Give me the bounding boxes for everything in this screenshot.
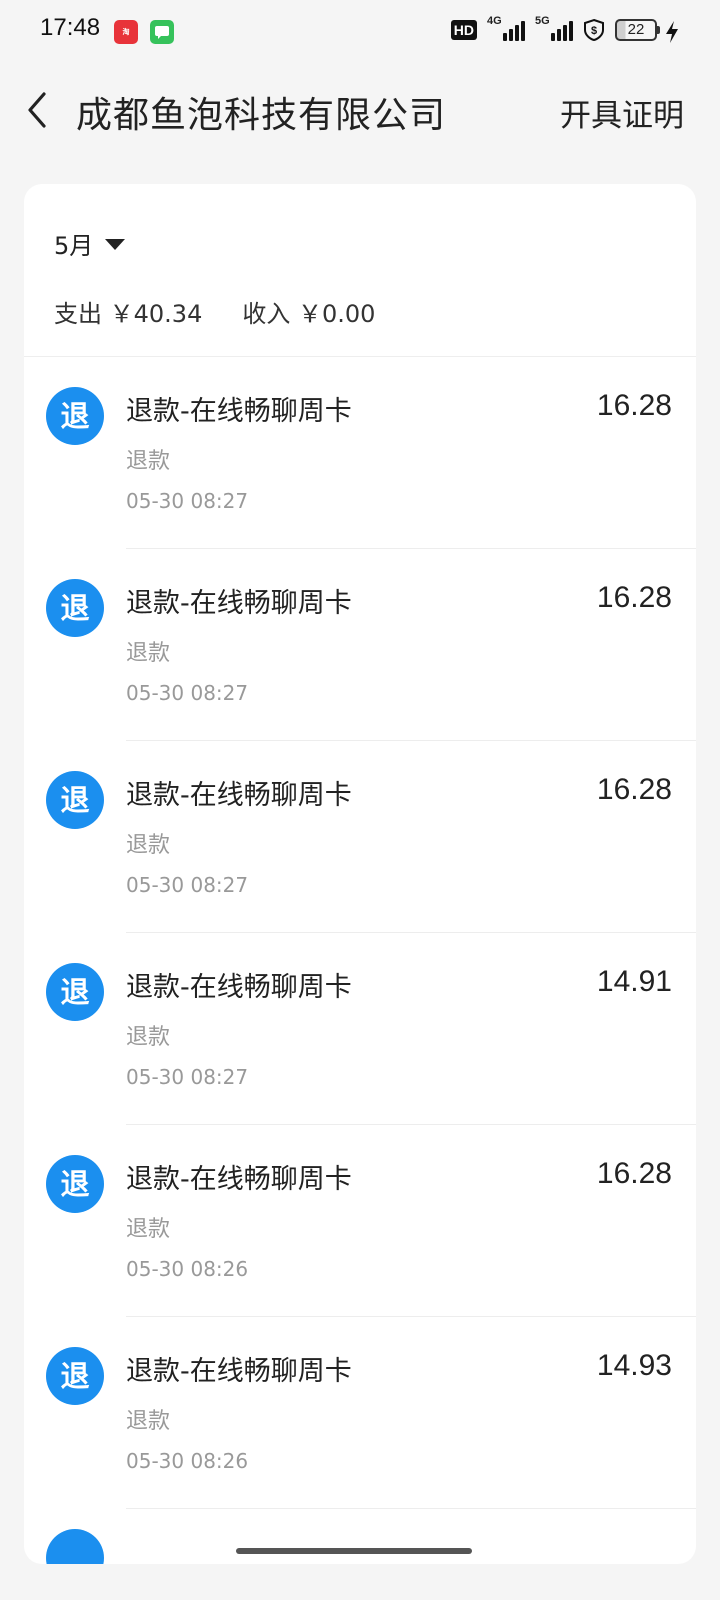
svg-text:$: $ [591,25,597,37]
transaction-row[interactable]: 退 退款-在线畅聊周卡 退款 05-30 08:27 14.91 [24,933,696,1125]
message-notification-icon [150,20,174,44]
transaction-row[interactable]: 退 退款-在线畅聊周卡 退款 05-30 08:26 16.28 [24,1125,696,1317]
transaction-title: 退款-在线畅聊周卡 [126,396,352,427]
transaction-time: 05-30 08:26 [126,1449,249,1473]
network-type-label: 5G [535,15,550,27]
transactions-card: 5月 支出 ￥40.34 收入 ￥0.00 退 退款-在线畅聊周卡 退款 05-… [24,184,696,1564]
status-time: 17:48 [40,14,101,41]
battery-level: 22 [615,19,657,41]
transaction-row[interactable]: 退 退款-在线畅聊周卡 退款 05-30 08:26 14.93 [24,1317,696,1509]
row-divider [126,1508,696,1509]
month-dropdown[interactable]: 5月 [54,226,126,261]
month-label: 5月 [54,232,94,260]
transaction-time: 05-30 08:27 [126,1065,249,1089]
transaction-type: 退款 [126,833,171,858]
charging-bolt-icon [666,21,678,43]
transaction-type: 退款 [126,1025,171,1050]
transaction-title: 退款-在线畅聊周卡 [126,1356,352,1387]
transaction-title: 退款-在线畅聊周卡 [126,588,352,619]
home-indicator[interactable] [236,1548,472,1554]
transaction-type: 退款 [126,1217,171,1242]
status-bar: 17:48 淘 HD 4G 5G $ 22 [0,0,720,62]
transaction-type: 退款 [126,449,171,474]
transaction-amount: 16.28 [596,581,672,614]
issue-certificate-button[interactable]: 开具证明 [560,90,684,135]
month-summary: 支出 ￥40.34 收入 ￥0.00 [54,294,375,329]
security-shield-icon: $ [584,18,604,42]
hd-voice-icon: HD [450,20,477,40]
dropdown-triangle-icon [105,239,126,250]
partial-refund-badge-icon [46,1529,104,1564]
refund-badge-icon: 退 [46,771,104,829]
status-indicators: HD 4G 5G $ 22 [450,15,660,42]
transaction-amount: 16.28 [596,773,672,806]
battery-icon: 22 [615,19,660,41]
taobao-notification-icon: 淘 [114,20,138,44]
transaction-time: 05-30 08:27 [126,873,249,897]
income-total: 收入 ￥0.00 [242,300,376,328]
transaction-amount: 14.93 [596,1349,672,1382]
refund-badge-icon: 退 [46,1347,104,1405]
network-type-label: 4G [487,15,502,27]
signal-4g-icon: 4G [487,15,525,41]
transaction-type: 退款 [126,1409,171,1434]
transaction-list: 退 退款-在线畅聊周卡 退款 05-30 08:27 16.28 退 退款-在线… [24,357,696,1509]
refund-badge-icon: 退 [46,1155,104,1213]
transaction-amount: 16.28 [596,1157,672,1190]
page-title: 成都鱼泡科技有限公司 [76,95,447,136]
transaction-row[interactable]: 退 退款-在线畅聊周卡 退款 05-30 08:27 16.28 [24,549,696,741]
transaction-title: 退款-在线畅聊周卡 [126,1164,352,1195]
back-arrow-icon[interactable] [24,90,54,130]
transaction-time: 05-30 08:27 [126,681,249,705]
transaction-time: 05-30 08:27 [126,489,249,513]
transaction-title: 退款-在线畅聊周卡 [126,972,352,1003]
refund-badge-icon: 退 [46,579,104,637]
transaction-row[interactable]: 退 退款-在线畅聊周卡 退款 05-30 08:27 16.28 [24,357,696,549]
transaction-time: 05-30 08:26 [126,1257,249,1281]
signal-5g-icon: 5G [535,15,573,41]
transaction-amount: 14.91 [596,965,672,998]
transaction-type: 退款 [126,641,171,666]
transaction-amount: 16.28 [596,389,672,422]
transaction-title: 退款-在线畅聊周卡 [126,780,352,811]
transaction-row[interactable]: 退 退款-在线畅聊周卡 退款 05-30 08:27 16.28 [24,741,696,933]
page-header: 成都鱼泡科技有限公司 开具证明 [0,62,720,172]
refund-badge-icon: 退 [46,387,104,445]
expense-total: 支出 ￥40.34 [54,300,203,328]
refund-badge-icon: 退 [46,963,104,1021]
